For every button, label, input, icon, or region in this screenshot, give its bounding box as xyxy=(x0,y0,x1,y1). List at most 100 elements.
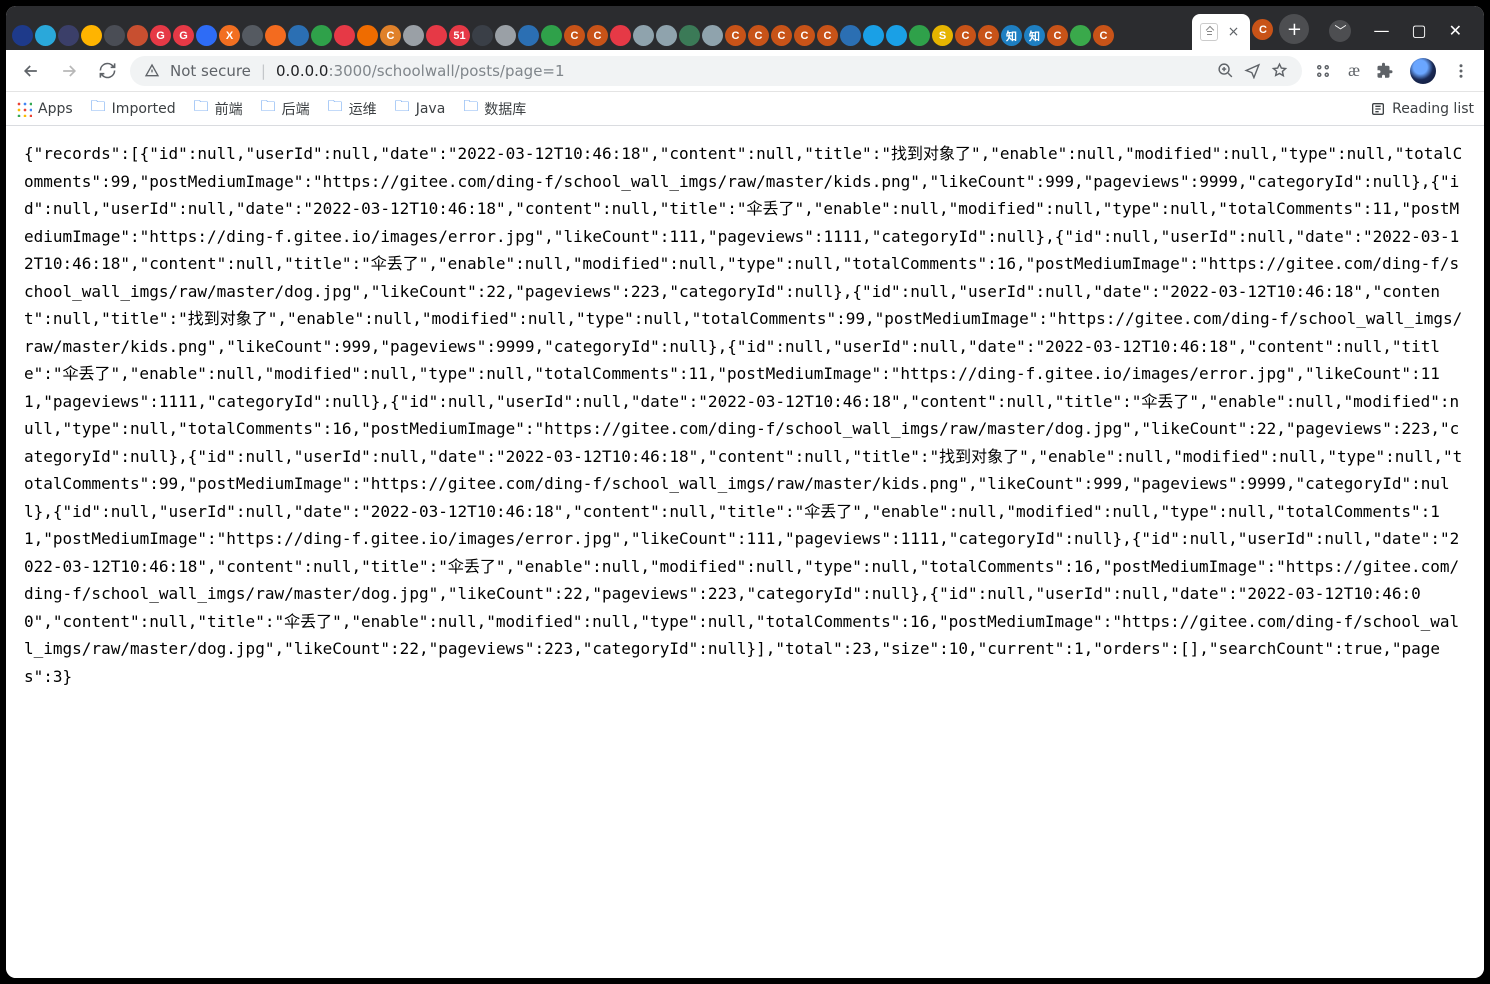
background-tab[interactable]: C xyxy=(955,25,976,46)
folder-icon: 🗀 xyxy=(261,96,276,121)
background-tab[interactable] xyxy=(1070,25,1091,46)
bookmarks-bar: Apps 🗀Imported🗀前端🗀后端🗀运维🗀Java🗀数据库 Reading… xyxy=(6,92,1484,126)
toolbar-right: æ xyxy=(1310,58,1474,84)
background-tab[interactable] xyxy=(265,25,286,46)
response-body: {"records":[{"id":null,"userId":null,"da… xyxy=(24,140,1466,690)
background-tab[interactable]: C xyxy=(794,25,815,46)
profile-avatar[interactable] xyxy=(1410,58,1436,84)
minimize-button[interactable]: — xyxy=(1373,23,1389,39)
background-tab[interactable] xyxy=(495,25,516,46)
bookmark-folder[interactable]: 🗀数据库 xyxy=(463,96,526,121)
background-tab[interactable]: C xyxy=(587,25,608,46)
background-tab[interactable]: C xyxy=(748,25,769,46)
extension-icon[interactable] xyxy=(1314,62,1332,80)
folder-icon: 🗀 xyxy=(91,96,106,121)
page-favicon-icon xyxy=(1200,23,1218,41)
background-tab[interactable]: X xyxy=(219,25,240,46)
bookmark-label: 数据库 xyxy=(484,99,526,119)
reload-button[interactable] xyxy=(92,56,122,86)
send-icon[interactable] xyxy=(1244,62,1261,79)
background-tab[interactable] xyxy=(679,25,700,46)
background-tab[interactable]: C xyxy=(564,25,585,46)
background-tab[interactable] xyxy=(633,25,654,46)
background-tabs: GGXC51CCCCCCCSCC知知CC xyxy=(12,21,1190,50)
background-tab[interactable]: G xyxy=(173,25,194,46)
background-tab[interactable] xyxy=(58,25,79,46)
background-tab[interactable] xyxy=(288,25,309,46)
background-tab[interactable] xyxy=(886,25,907,46)
url: 0.0.0.0:3000/schoolwall/posts/page=1 xyxy=(276,62,565,80)
background-tab[interactable] xyxy=(840,25,861,46)
background-tab[interactable] xyxy=(242,25,263,46)
bookmark-label: 前端 xyxy=(215,99,243,119)
background-tab[interactable]: S xyxy=(932,25,953,46)
background-tab[interactable] xyxy=(81,25,102,46)
background-tab[interactable] xyxy=(12,25,33,46)
toolbar: Not secure | 0.0.0.0:3000/schoolwall/pos… xyxy=(6,50,1484,92)
background-tab[interactable] xyxy=(403,25,424,46)
background-tab[interactable] xyxy=(610,25,631,46)
background-tab[interactable]: C xyxy=(1093,25,1114,46)
address-bar[interactable]: Not secure | 0.0.0.0:3000/schoolwall/pos… xyxy=(130,56,1302,86)
background-tab[interactable] xyxy=(472,25,493,46)
background-tab[interactable]: 知 xyxy=(1001,25,1022,46)
background-tab[interactable] xyxy=(656,25,677,46)
page-viewport[interactable]: {"records":[{"id":null,"userId":null,"da… xyxy=(6,126,1484,978)
background-tab[interactable]: C xyxy=(978,25,999,46)
bookmark-label: 后端 xyxy=(282,99,310,119)
background-tab[interactable]: 51 xyxy=(449,25,470,46)
tab-overflow-button[interactable]: ﹀ xyxy=(1329,20,1351,42)
apps-shortcut[interactable]: Apps xyxy=(16,101,73,117)
close-tab-button[interactable]: × xyxy=(1226,25,1240,39)
bookmark-label: Java xyxy=(416,101,446,117)
background-tab[interactable]: C xyxy=(1047,25,1068,46)
background-tab[interactable]: C xyxy=(380,25,401,46)
background-tab[interactable] xyxy=(518,25,539,46)
bookmark-folder[interactable]: 🗀Imported xyxy=(91,96,176,121)
background-tab[interactable] xyxy=(541,25,562,46)
tab-strip: GGXC51CCCCCCCSCC知知CC × C + ﹀ — ▢ ✕ xyxy=(6,6,1484,50)
background-tab[interactable]: C xyxy=(1252,19,1273,40)
bookmark-star-icon[interactable] xyxy=(1271,62,1288,79)
background-tab[interactable] xyxy=(909,25,930,46)
close-window-button[interactable]: ✕ xyxy=(1449,23,1462,39)
security-label: Not secure xyxy=(170,62,251,80)
extension-ae-icon[interactable]: æ xyxy=(1348,60,1360,81)
zoom-icon[interactable] xyxy=(1217,62,1234,79)
folder-icon: 🗀 xyxy=(328,96,343,121)
browser-window: GGXC51CCCCCCCSCC知知CC × C + ﹀ — ▢ ✕ xyxy=(0,0,1490,984)
background-tab[interactable]: 知 xyxy=(1024,25,1045,46)
folder-icon: 🗀 xyxy=(395,96,410,121)
background-tab[interactable] xyxy=(127,25,148,46)
background-tab[interactable] xyxy=(35,25,56,46)
background-tab[interactable] xyxy=(702,25,723,46)
forward-button[interactable] xyxy=(54,56,84,86)
background-tab[interactable] xyxy=(426,25,447,46)
extensions-puzzle-icon[interactable] xyxy=(1376,62,1394,80)
background-tab[interactable]: G xyxy=(150,25,171,46)
apps-label: Apps xyxy=(38,101,73,117)
new-tab-button[interactable]: + xyxy=(1279,14,1309,44)
background-tab[interactable]: C xyxy=(771,25,792,46)
browser-inner: GGXC51CCCCCCCSCC知知CC × C + ﹀ — ▢ ✕ xyxy=(6,6,1484,978)
background-tab[interactable] xyxy=(334,25,355,46)
background-tab[interactable]: C xyxy=(725,25,746,46)
bookmark-folder[interactable]: 🗀 Java xyxy=(395,96,446,121)
window-controls: ﹀ — ▢ ✕ xyxy=(1309,20,1478,50)
apps-grid-icon xyxy=(16,101,32,117)
maximize-button[interactable]: ▢ xyxy=(1411,23,1426,39)
folder-icon: 🗀 xyxy=(194,96,209,121)
background-tab[interactable] xyxy=(311,25,332,46)
background-tab[interactable] xyxy=(863,25,884,46)
reading-list-button[interactable]: Reading list xyxy=(1370,101,1474,117)
kebab-menu-icon[interactable] xyxy=(1452,62,1470,80)
back-button[interactable] xyxy=(16,56,46,86)
background-tab[interactable] xyxy=(357,25,378,46)
active-tab[interactable]: × xyxy=(1192,14,1250,50)
bookmark-folder[interactable]: 🗀运维 xyxy=(328,96,377,121)
background-tab[interactable]: C xyxy=(817,25,838,46)
background-tab[interactable] xyxy=(196,25,217,46)
bookmark-folder[interactable]: 🗀 后端 xyxy=(261,96,310,121)
bookmark-folder[interactable]: 🗀 前端 xyxy=(194,96,243,121)
background-tab[interactable] xyxy=(104,25,125,46)
